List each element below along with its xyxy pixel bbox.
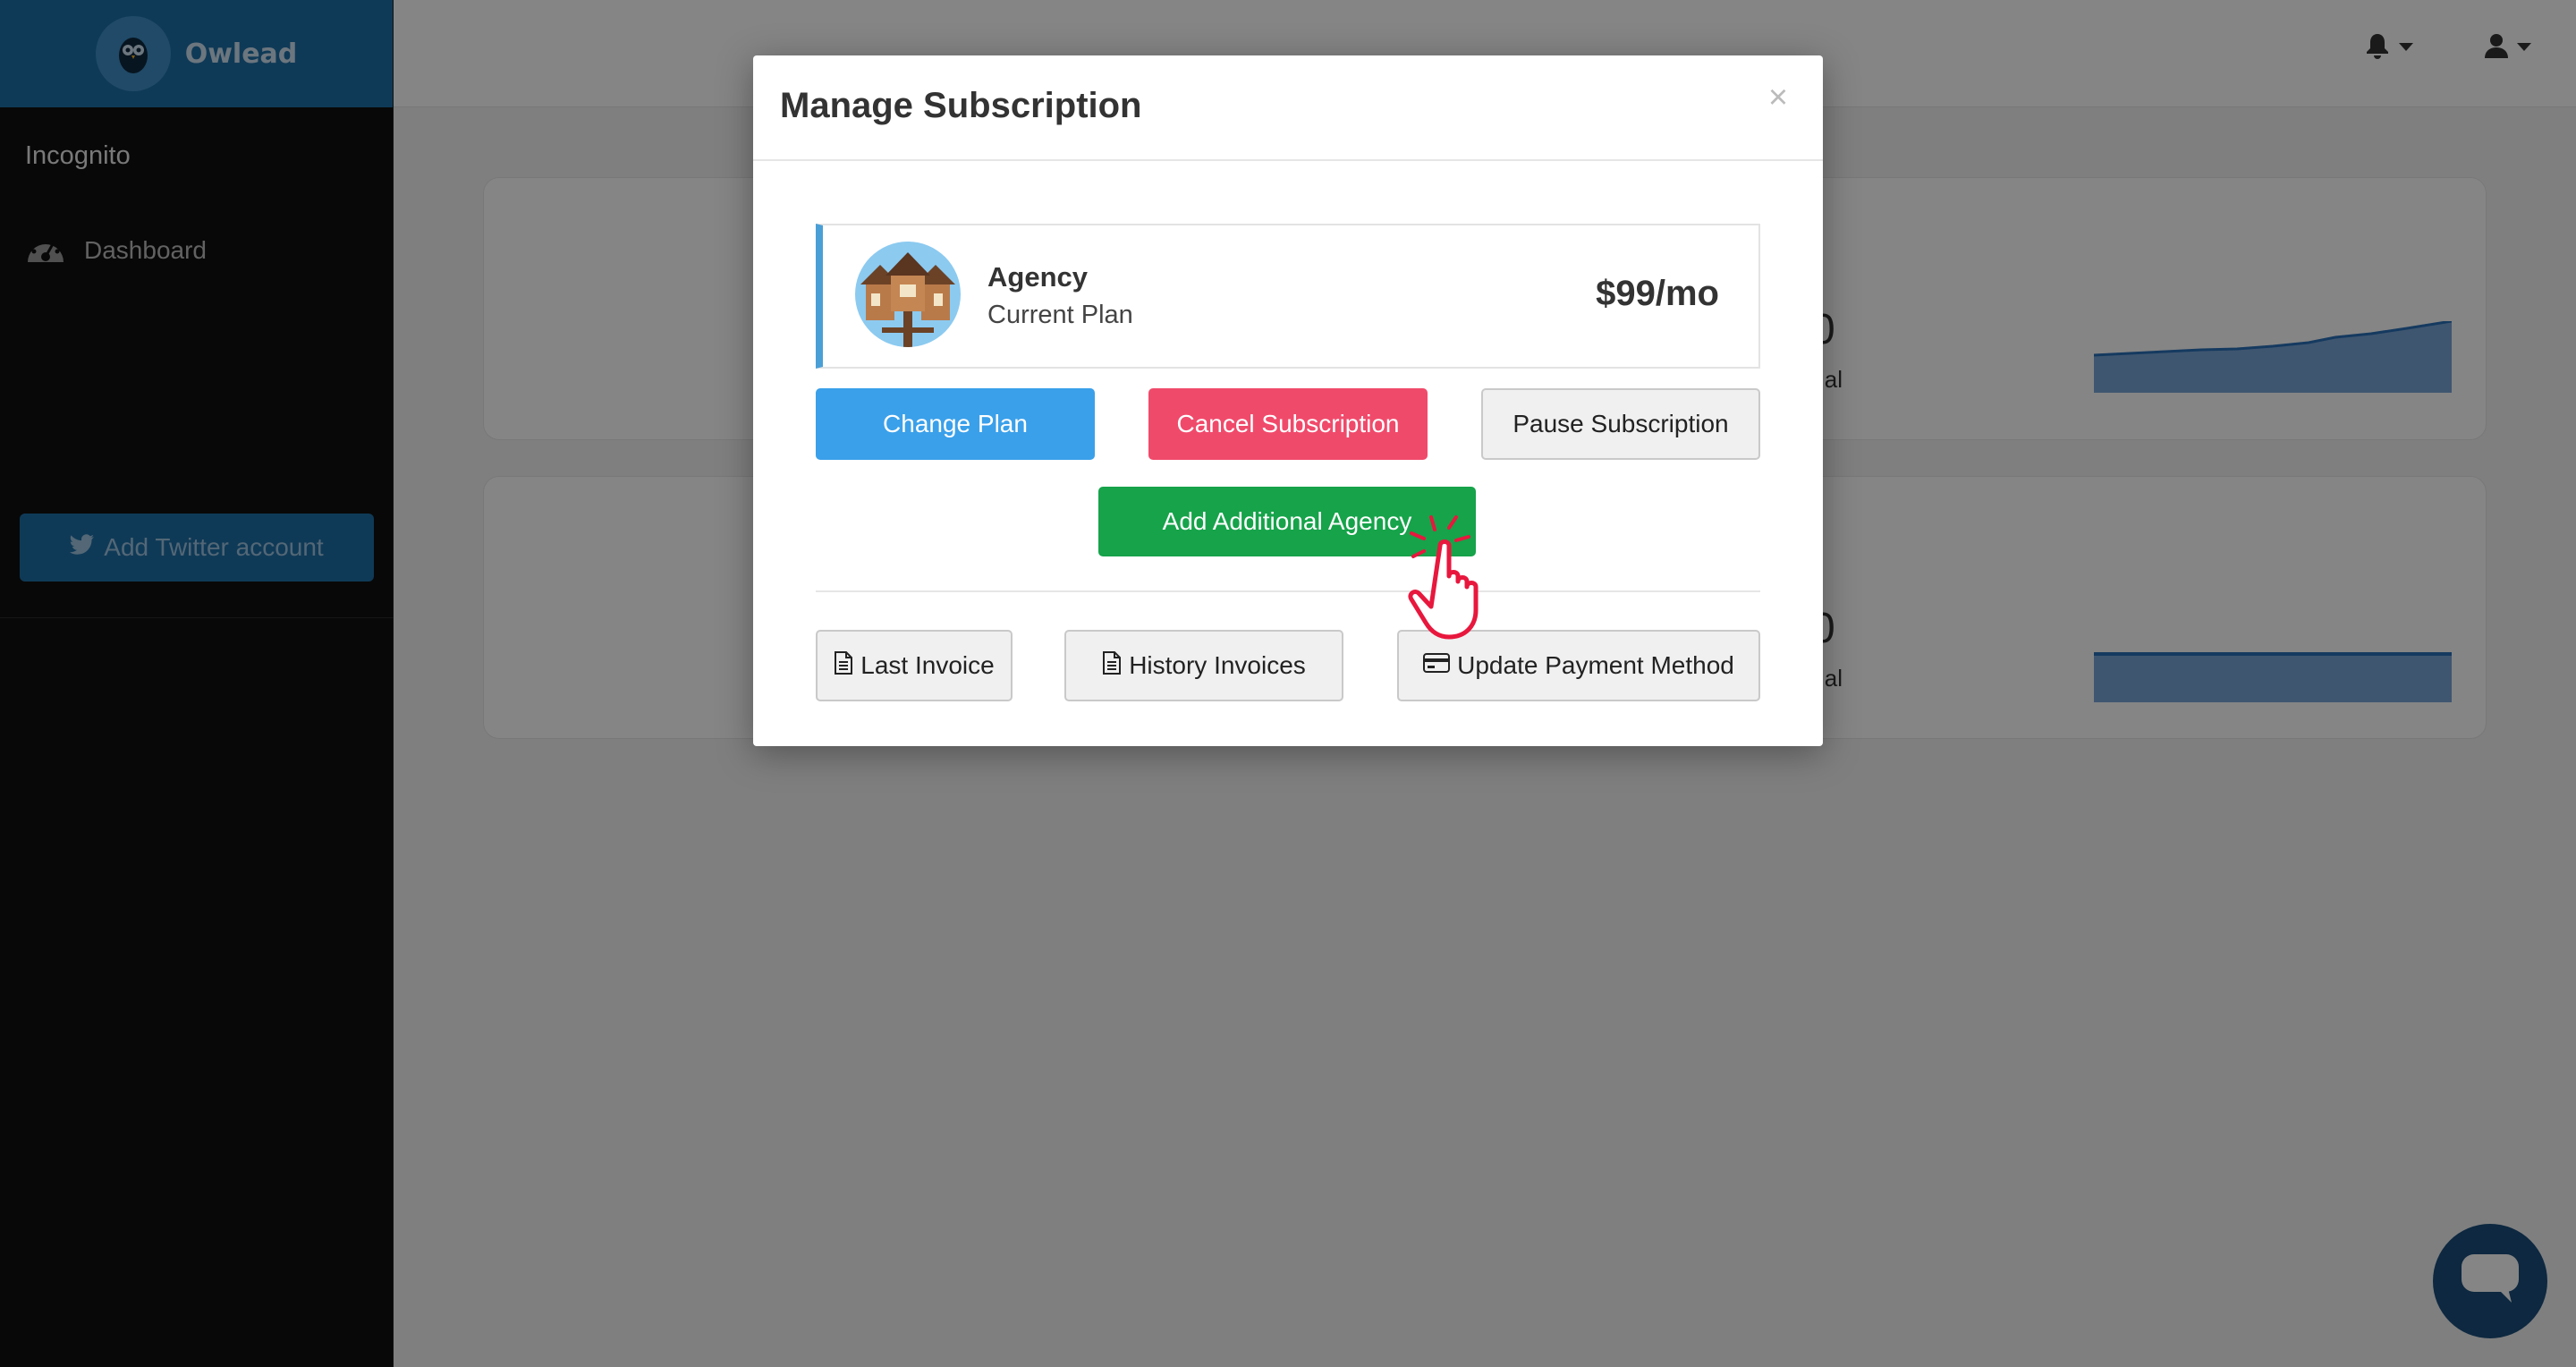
document-icon	[834, 650, 853, 681]
last-invoice-button[interactable]: Last Invoice	[816, 630, 1013, 701]
plan-status: Current Plan	[987, 301, 1133, 329]
pause-subscription-button[interactable]: Pause Subscription	[1481, 388, 1760, 460]
cancel-subscription-button[interactable]: Cancel Subscription	[1148, 388, 1428, 460]
change-plan-button[interactable]: Change Plan	[816, 388, 1095, 460]
cancel-subscription-label: Cancel Subscription	[1176, 410, 1400, 437]
last-invoice-label: Last Invoice	[860, 651, 995, 679]
update-payment-method-label: Update Payment Method	[1457, 651, 1734, 679]
manage-subscription-modal: Manage Subscription × Agency Current Pla…	[753, 55, 1823, 746]
modal-divider	[816, 590, 1760, 592]
current-plan-card: Agency Current Plan $99/mo	[816, 224, 1760, 369]
credit-card-icon	[1423, 651, 1451, 680]
plan-price: $99/mo	[1596, 274, 1719, 313]
pointer-hand-icon	[1408, 515, 1479, 640]
change-plan-label: Change Plan	[883, 410, 1028, 437]
plan-name: Agency	[987, 261, 1088, 293]
modal-header: Manage Subscription ×	[753, 55, 1823, 161]
modal-title: Manage Subscription	[780, 86, 1142, 125]
add-additional-agency-label: Add Additional Agency	[1162, 507, 1412, 535]
history-invoices-button[interactable]: History Invoices	[1064, 630, 1343, 701]
document-icon	[1102, 650, 1122, 681]
agency-plan-icon	[855, 242, 961, 347]
close-icon[interactable]: ×	[1760, 79, 1796, 117]
pause-subscription-label: Pause Subscription	[1513, 410, 1729, 437]
history-invoices-label: History Invoices	[1129, 651, 1306, 679]
